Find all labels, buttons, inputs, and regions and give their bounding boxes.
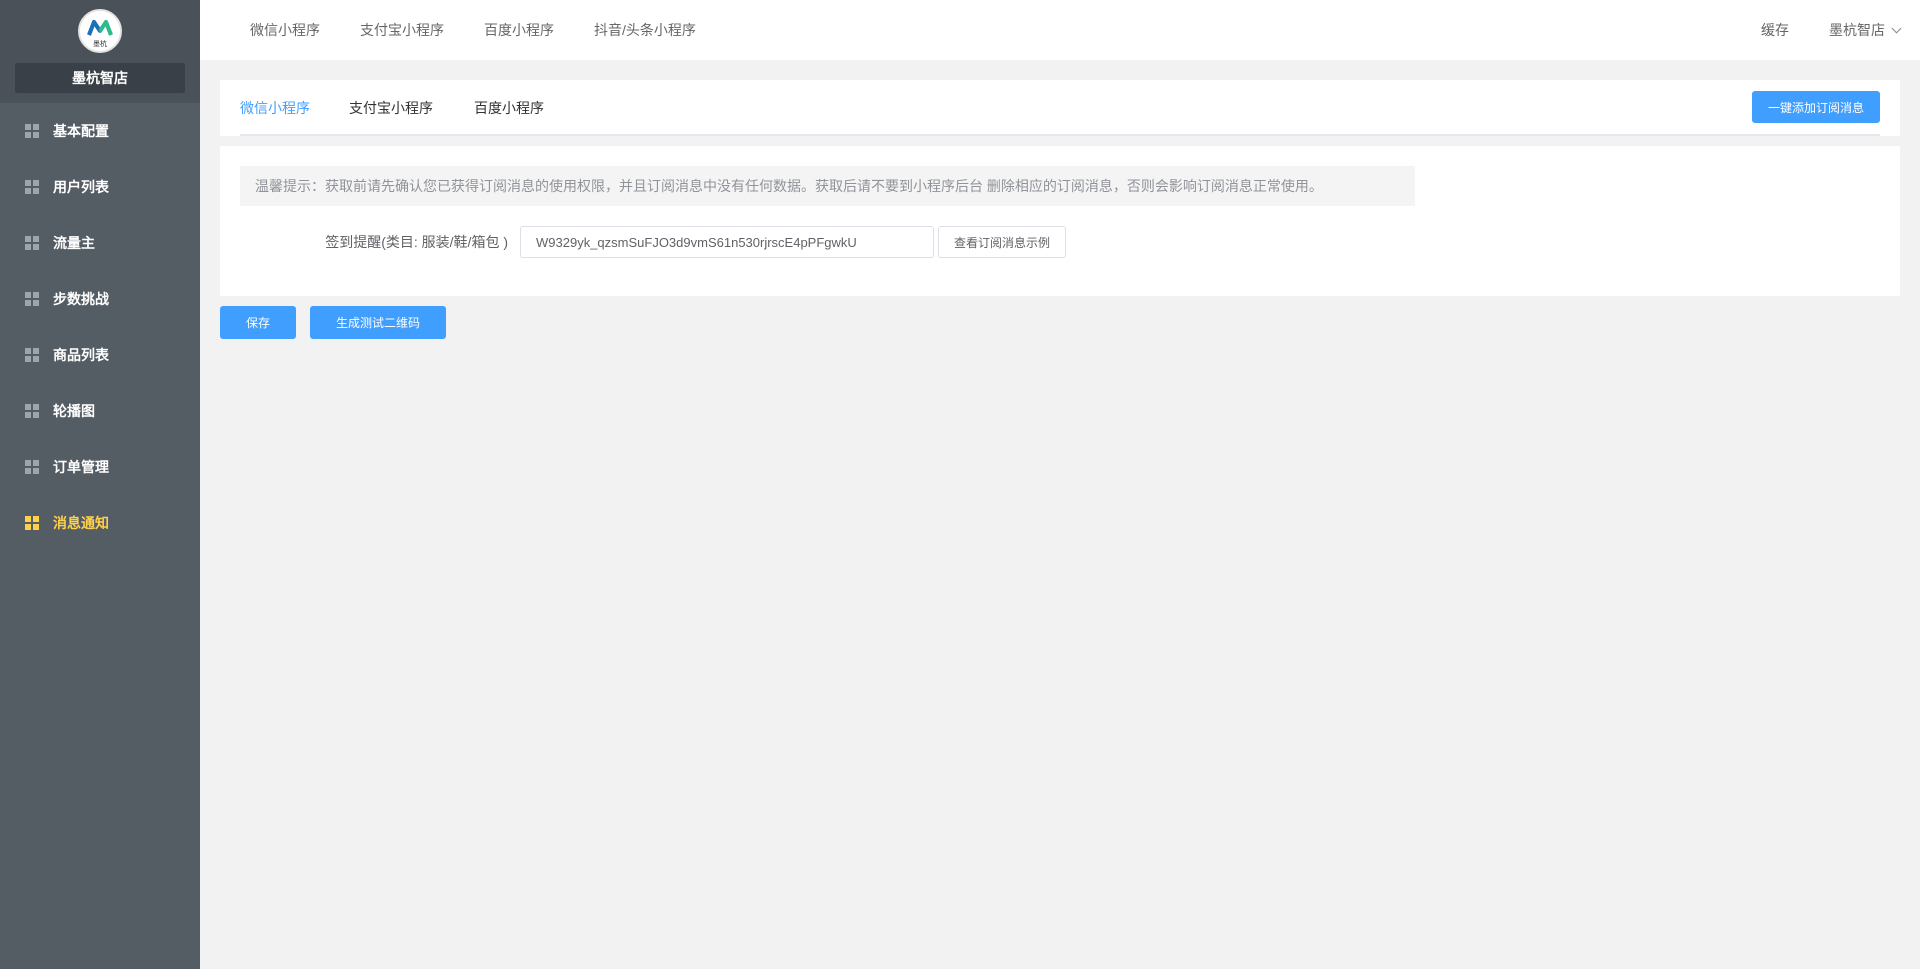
view-example-button[interactable]: 查看订阅消息示例 — [938, 226, 1066, 258]
tab-baidu[interactable]: 百度小程序 — [474, 80, 544, 136]
form-card: 温馨提示：获取前请先确认您已获得订阅消息的使用权限，并且订阅消息中没有任何数据。… — [220, 146, 1900, 296]
tab-alipay[interactable]: 支付宝小程序 — [349, 80, 433, 136]
sidebar-item-carousel[interactable]: 轮播图 — [0, 383, 200, 439]
sidebar-item-label: 订单管理 — [53, 459, 109, 475]
subtabs-card: 微信小程序 支付宝小程序 百度小程序 一键添加订阅消息 — [220, 80, 1900, 136]
top-tab-alipay[interactable]: 支付宝小程序 — [360, 20, 444, 40]
sidebar-item-label: 基本配置 — [53, 123, 109, 139]
tab-wechat[interactable]: 微信小程序 — [240, 80, 310, 136]
sidebar-item-traffic-master[interactable]: 流量主 — [0, 215, 200, 271]
sidebar-item-label: 用户列表 — [53, 179, 109, 195]
brand-logo[interactable]: 墨杭 — [78, 9, 122, 53]
brand-area: 墨杭 墨杭智店 — [0, 0, 200, 103]
generate-qr-button[interactable]: 生成测试二维码 — [310, 306, 446, 339]
sidebar-item-order-management[interactable]: 订单管理 — [0, 439, 200, 495]
user-dropdown[interactable]: 墨杭智店 — [1829, 20, 1902, 40]
grid-icon — [25, 180, 39, 194]
grid-icon — [25, 124, 39, 138]
sidebar-item-notifications[interactable]: 消息通知 — [0, 495, 200, 551]
field-label: 签到提醒(类目: 服装/鞋/箱包 ) — [325, 234, 508, 250]
brand-name: 墨杭智店 — [15, 63, 185, 93]
sidebar-item-user-list[interactable]: 用户列表 — [0, 159, 200, 215]
sidebar-item-step-challenge[interactable]: 步数挑战 — [0, 271, 200, 327]
top-right-area: 缓存 墨杭智店 — [1761, 20, 1920, 40]
sidebar-item-product-list[interactable]: 商品列表 — [0, 327, 200, 383]
chevron-down-icon — [1891, 23, 1902, 33]
grid-icon — [25, 516, 39, 530]
grid-icon — [25, 404, 39, 418]
logo-icon: 墨杭 — [87, 20, 113, 48]
grid-icon — [25, 460, 39, 474]
sidebar-item-label: 轮播图 — [53, 403, 95, 419]
form-row: 签到提醒(类目: 服装/鞋/箱包 ) 查看订阅消息示例 — [240, 226, 1066, 258]
tabs-divider — [240, 134, 1880, 136]
grid-icon — [25, 236, 39, 250]
add-subscription-button[interactable]: 一键添加订阅消息 — [1752, 91, 1880, 123]
sidebar-item-label: 消息通知 — [53, 515, 109, 531]
top-bar: 微信小程序 支付宝小程序 百度小程序 抖音/头条小程序 缓存 墨杭智店 — [200, 0, 1920, 60]
top-tab-baidu[interactable]: 百度小程序 — [484, 20, 554, 40]
save-button[interactable]: 保存 — [220, 306, 296, 339]
grid-icon — [25, 348, 39, 362]
template-id-input[interactable] — [520, 226, 934, 258]
sidebar-menu: 基本配置 用户列表 流量主 步数挑战 商品列表 轮播图 订单管理 消息通知 — [0, 103, 200, 551]
user-name: 墨杭智店 — [1829, 22, 1885, 38]
top-tab-douyin[interactable]: 抖音/头条小程序 — [594, 20, 696, 40]
sidebar-item-label: 流量主 — [53, 235, 95, 251]
logo-text: 墨杭 — [93, 39, 107, 48]
tip-alert: 温馨提示：获取前请先确认您已获得订阅消息的使用权限，并且订阅消息中没有任何数据。… — [240, 166, 1415, 206]
cache-link[interactable]: 缓存 — [1761, 20, 1789, 40]
grid-icon — [25, 292, 39, 306]
sidebar-item-label: 步数挑战 — [53, 291, 109, 307]
top-tab-wechat[interactable]: 微信小程序 — [250, 20, 320, 40]
sidebar-item-label: 商品列表 — [53, 347, 109, 363]
sidebar-item-basic-config[interactable]: 基本配置 — [0, 103, 200, 159]
sidebar: 墨杭 墨杭智店 基本配置 用户列表 流量主 步数挑战 商品列表 轮播图 订单管理… — [0, 0, 200, 969]
platform-nav: 微信小程序 支付宝小程序 百度小程序 抖音/头条小程序 — [200, 20, 736, 40]
